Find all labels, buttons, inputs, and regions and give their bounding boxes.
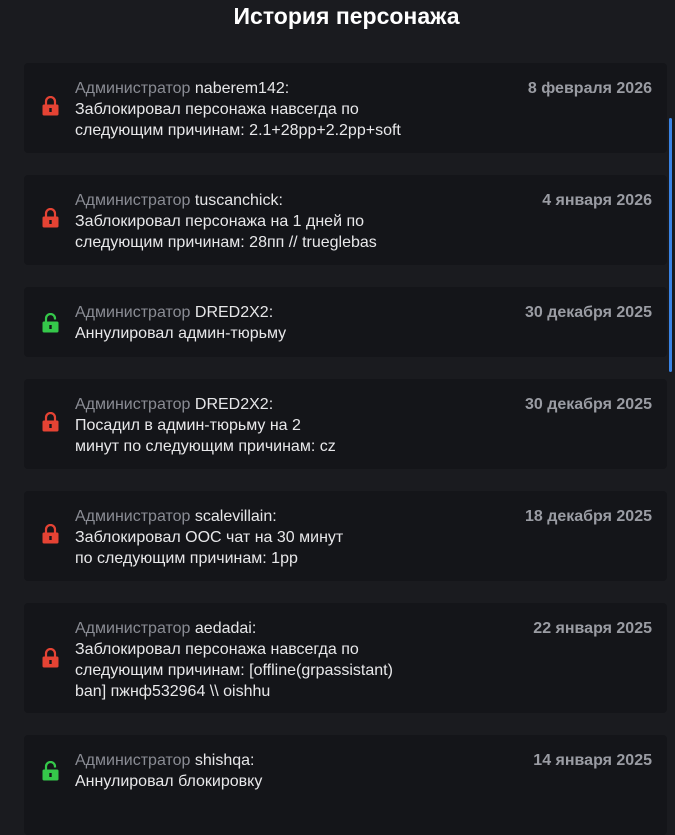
history-entry: Администратор scalevillain: 18 декабря 20… — [24, 491, 667, 581]
entry-author: Администратор scalevillain: — [75, 507, 277, 527]
entry-date: 4 января 2026 — [542, 192, 652, 209]
action-line: Заблокировал ООС чат на 30 минут — [75, 529, 344, 546]
entry-action: Аннулировал админ-тюрьму — [75, 323, 286, 344]
history-entry: Администратор DRED2X2: 30 декабря 2025 Пос… — [24, 379, 667, 469]
entry-author: Администратор tuscanchick: — [75, 191, 283, 211]
author-role: Администратор — [75, 620, 191, 637]
history-entry: Администратор DRED2X2: 30 декабря 2025 Анн… — [24, 287, 667, 357]
author-role: Администратор — [75, 304, 191, 321]
entry-action: Заблокировал персонажа на 1 дней по следу… — [75, 211, 377, 253]
entry-action: Посадил в админ-тюрьму на 2 минут по след… — [75, 415, 336, 457]
action-line: следующим причинам: [offline(grpassistan… — [75, 662, 393, 679]
action-line: ban] пжнф532964 \\ oishhu — [75, 683, 271, 700]
entry-action: Заблокировал ООС чат на 30 минут по следу… — [75, 527, 343, 569]
author-name: DRED2X2: — [194, 396, 274, 413]
action-line: следующим причинам: 28пп // trueglebas — [75, 234, 377, 251]
entry-date: 18 декабря 2025 — [524, 508, 652, 525]
action-line: Посадил в админ-тюрьму на 2 — [75, 417, 301, 434]
action-line: Заблокировал персонажа навсегда по — [75, 641, 359, 658]
entry-author: Администратор naberem142: — [75, 79, 289, 99]
author-name: naberem142: — [194, 80, 290, 97]
entry-action: Аннулировал блокировку — [75, 771, 262, 792]
author-name: scalevillain: — [194, 508, 277, 525]
author-name: aedadai: — [194, 620, 257, 637]
author-role: Администратор — [75, 752, 191, 769]
action-line: минут по следующим причинам: cz — [75, 438, 336, 455]
action-line: Заблокировал персонажа навсегда по — [75, 101, 359, 118]
author-role: Администратор — [75, 508, 191, 525]
lock-closed-icon — [42, 207, 59, 228]
entry-date: 30 декабря 2025 — [524, 396, 652, 413]
author-name: shishqa: — [194, 752, 255, 769]
entry-author: Администратор shishqa: — [75, 751, 254, 771]
author-name: DRED2X2: — [194, 304, 274, 321]
action-line: по следующим причинам: 1pp — [75, 550, 298, 567]
entry-author: Администратор DRED2X2: — [75, 395, 273, 415]
entry-action: Заблокировал персонажа навсегда по следую… — [75, 639, 393, 702]
history-entry: Администратор tuscanchick: 4 января 2026 З… — [24, 175, 667, 265]
action-line: следующим причинам: 2.1+28pp+2.2pp+soft — [75, 122, 401, 139]
action-line: Аннулировал блокировку — [75, 773, 263, 790]
author-name: tuscanchick: — [194, 192, 283, 209]
entry-date: 30 декабря 2025 — [524, 304, 652, 321]
lock-open-icon — [42, 312, 59, 333]
action-line: Заблокировал персонажа на 1 дней по — [75, 213, 365, 230]
history-entry: Администратор shishqa: 14 января 2025 Анну… — [24, 735, 667, 835]
history-entry: Администратор aedadai: 22 января 2025 Забл… — [24, 603, 667, 713]
entry-date: 22 января 2025 — [533, 620, 652, 637]
lock-closed-icon — [42, 95, 59, 116]
lock-closed-icon — [42, 647, 59, 668]
scrollbar[interactable] — [669, 118, 672, 372]
author-role: Администратор — [75, 80, 191, 97]
lock-closed-icon — [42, 523, 59, 544]
entry-author: Администратор DRED2X2: — [75, 303, 273, 323]
entry-action: Заблокировал персонажа навсегда по следую… — [75, 99, 401, 141]
entry-author: Администратор aedadai: — [75, 619, 256, 639]
entry-date: 14 января 2025 — [533, 752, 652, 769]
lock-closed-icon — [42, 411, 59, 432]
action-line: Аннулировал админ-тюрьму — [75, 325, 287, 342]
author-role: Администратор — [75, 396, 191, 413]
history-entry: Администратор naberem142: 8 февраля 2026 З… — [24, 63, 667, 153]
author-role: Администратор — [75, 192, 191, 209]
entry-date: 8 февраля 2026 — [527, 80, 652, 97]
lock-open-icon — [42, 760, 59, 781]
page-title: История персонажа — [233, 3, 460, 29]
